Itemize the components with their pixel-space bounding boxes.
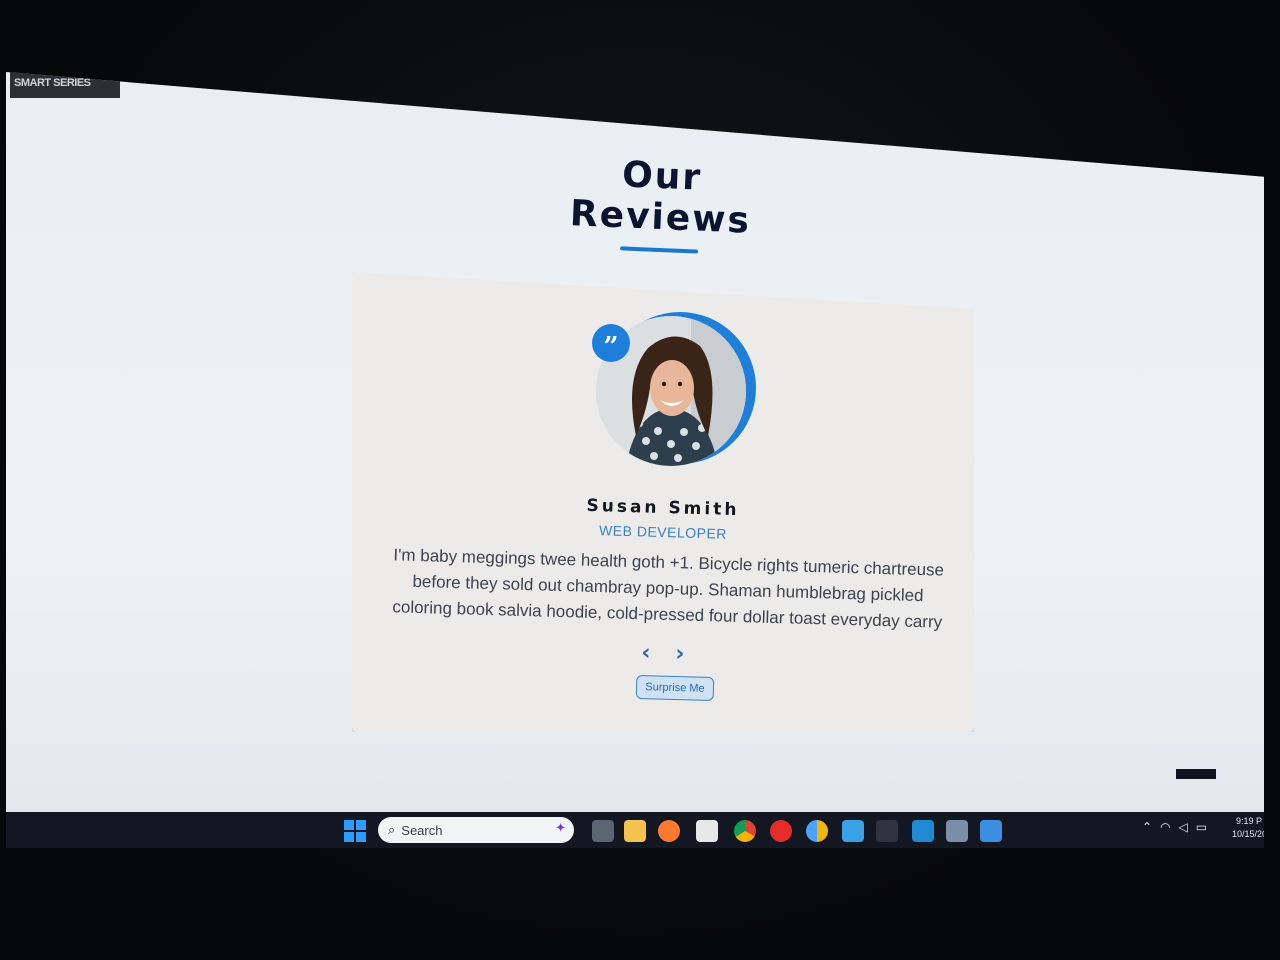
zoom-level: 161% [1088, 132, 1118, 145]
folder-icon[interactable] [624, 820, 646, 842]
windows-logo-tile [356, 820, 366, 830]
search-icon: ⌕ [388, 822, 396, 838]
review-navigation: ‹ › [352, 633, 974, 674]
clock-time: 9:19 P [1235, 816, 1262, 826]
search-placeholder: Search [401, 822, 443, 838]
minimize-icon[interactable]: – [1167, 132, 1186, 151]
start-button[interactable] [344, 820, 366, 842]
visual-studio-icon[interactable] [946, 820, 968, 842]
close-icon[interactable]: ⌄ [1209, 134, 1228, 153]
webpage: Our Reviews ” Susan Smith WEB DEVELOPER … [6, 72, 1264, 812]
search-highlight-icon: ✦ [555, 821, 566, 836]
chrome-icon[interactable] [734, 820, 756, 842]
title-group: Our Reviews [524, 150, 798, 257]
rotate-icon[interactable]: ↻ [583, 95, 602, 114]
more-icon[interactable]: ⋯ [743, 101, 762, 120]
next-review-button[interactable]: › [671, 641, 690, 666]
taskbar: ⌕ Search ✦ ⌃ ◠ ◁ ▭ 9:19 P 10/15/20 [6, 812, 1264, 848]
edit-icon[interactable]: ✎ [551, 94, 570, 113]
expand-icon[interactable]: ⤢ [961, 124, 980, 143]
calendar-icon[interactable] [696, 820, 718, 842]
avatar-container: ” [592, 312, 756, 468]
heart-icon[interactable]: ♡ [647, 98, 666, 117]
opera-icon[interactable] [770, 820, 792, 842]
image-viewer-zoom-controls: ⤢ ▢ ⊖ ⊕ 161% – ⌄ [961, 124, 1228, 152]
surprise-me-button[interactable]: Surprise Me [635, 674, 715, 702]
vscode-icon[interactable] [912, 820, 934, 842]
page-title: Our Reviews [569, 154, 752, 242]
chrome-canary-icon[interactable] [806, 820, 828, 842]
system-tray: ⌃ ◠ ◁ ▭ [1142, 820, 1207, 834]
monitor-frame: SMART SERIES ✎ ↻ 🗑 ♡ ⓘ ⇪ ⋯ ⤢ ▢ ⊖ ⊕ 161% … [0, 0, 1280, 960]
windows-logo-tile [356, 832, 366, 842]
taskbar-search[interactable]: ⌕ Search ✦ [378, 817, 574, 843]
zoom-in-icon[interactable]: ⊕ [1057, 128, 1076, 147]
notepad-icon[interactable] [842, 820, 864, 842]
info-icon[interactable]: ⓘ [679, 99, 698, 118]
wifi-icon[interactable]: ◠ [1160, 820, 1170, 834]
zoom-out-icon[interactable]: ⊖ [1025, 126, 1044, 145]
azure-icon[interactable] [980, 820, 1002, 842]
windows-logo-tile [344, 820, 354, 830]
quote-icon: ” [592, 324, 630, 362]
clock[interactable]: 9:19 P 10/15/20 [1232, 815, 1264, 841]
terminal-icon[interactable] [876, 820, 898, 842]
share-icon[interactable]: ⇪ [711, 100, 730, 119]
crop-icon[interactable]: ▢ [993, 125, 1012, 144]
title-underline [620, 246, 699, 254]
chevron-up-icon[interactable]: ⌃ [1142, 820, 1152, 834]
review-card: ” Susan Smith WEB DEVELOPER I'm baby meg… [352, 272, 974, 732]
file-explorer-icon[interactable] [592, 820, 614, 842]
desktop-widget[interactable] [1176, 769, 1216, 779]
firefox-icon[interactable] [658, 820, 680, 842]
trash-icon[interactable]: 🗑 [615, 96, 634, 115]
review-text: I'm baby meggings twee health goth +1. B… [392, 545, 945, 632]
windows-logo-tile [344, 832, 354, 842]
screen: SMART SERIES ✎ ↻ 🗑 ♡ ⓘ ⇪ ⋯ ⤢ ▢ ⊖ ⊕ 161% … [6, 72, 1264, 848]
battery-icon[interactable]: ▭ [1196, 820, 1207, 834]
prev-review-button[interactable]: ‹ [637, 640, 656, 665]
volume-icon[interactable]: ◁ [1179, 820, 1188, 834]
clock-date: 10/15/20 [1232, 829, 1264, 839]
